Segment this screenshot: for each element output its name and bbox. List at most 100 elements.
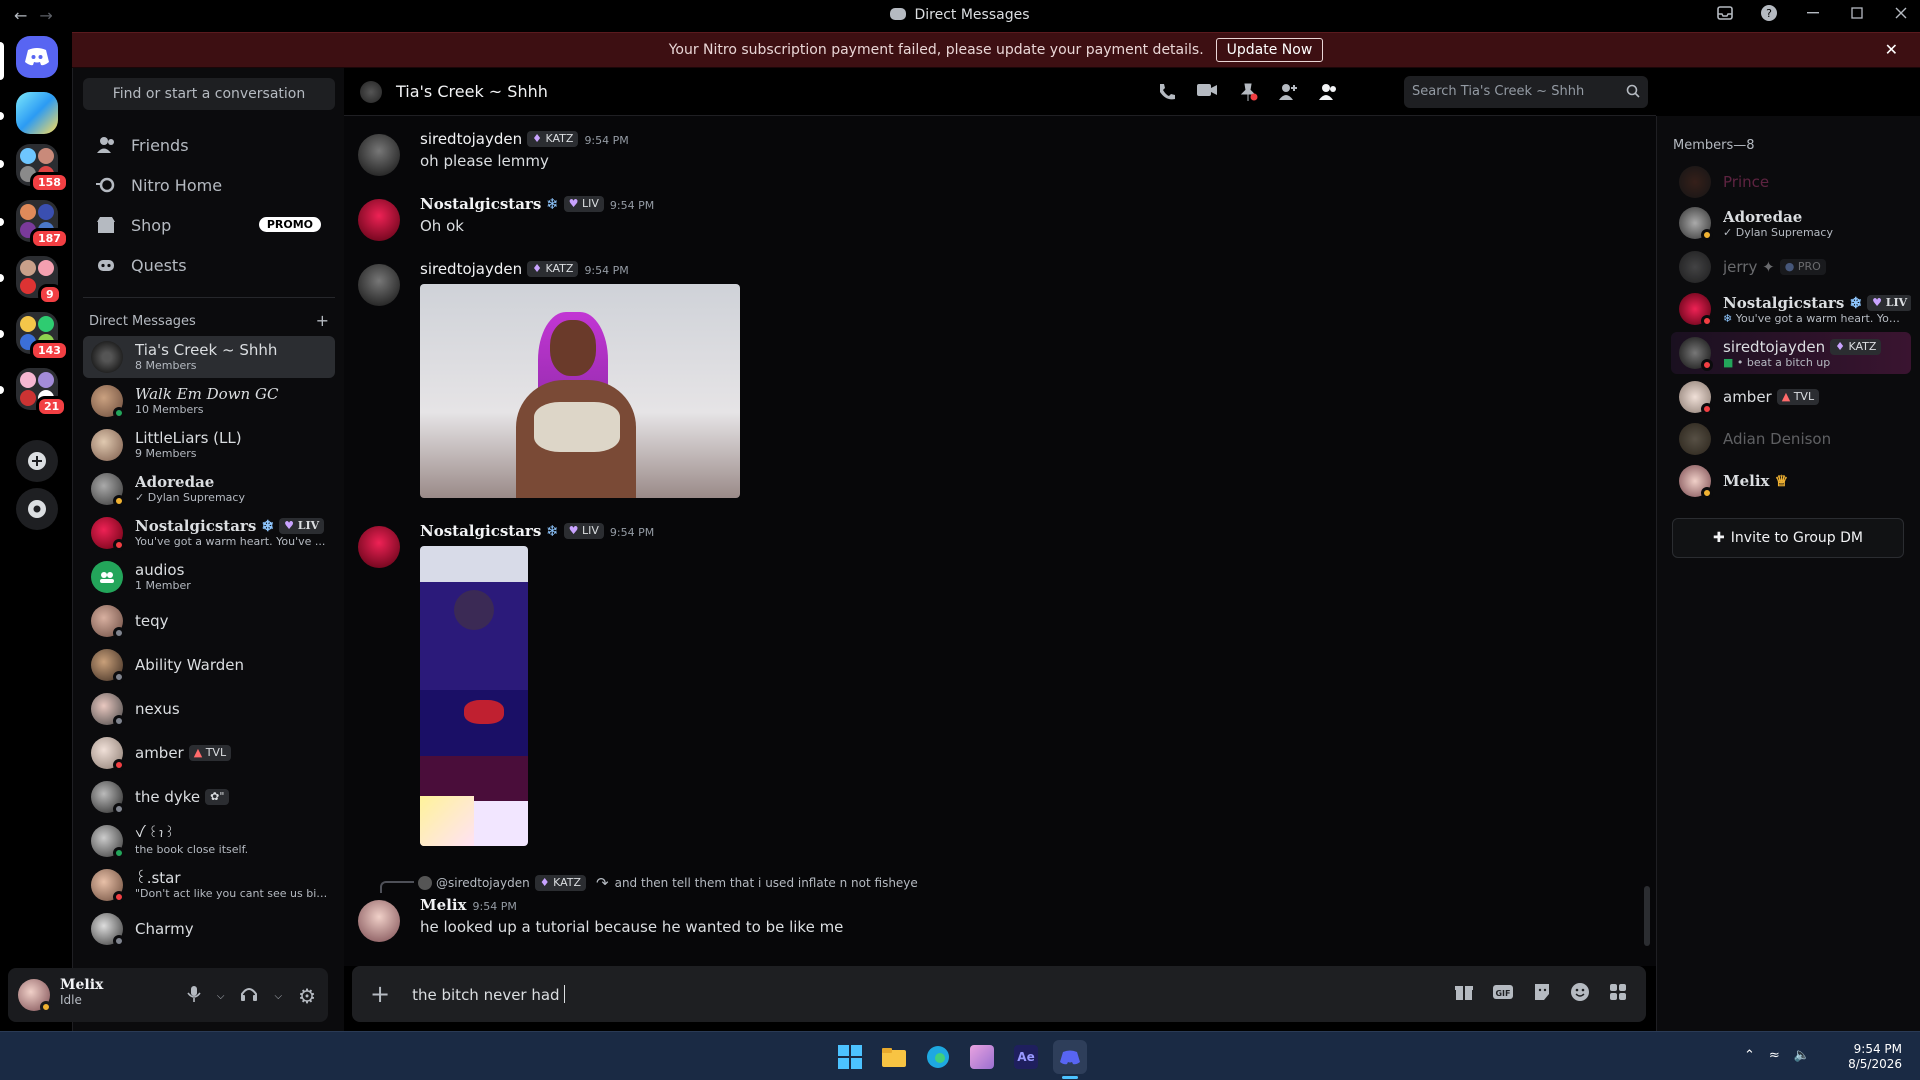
dm-item-littleliars[interactable]: LittleLiars (LL) 9 Members	[83, 424, 335, 466]
message-timestamp: 9:54 PM	[584, 134, 629, 147]
dm-item-book[interactable]: ꪜ ꒰ꪱ꒱ the book close itself.	[83, 820, 335, 862]
dm-item-star[interactable]: ꒰.star "Don't act like you cant see us bi…	[83, 864, 335, 906]
member-item-amber[interactable]: amber ▲ TVL	[1671, 376, 1911, 418]
image-attachment[interactable]	[420, 546, 528, 846]
minimize-icon[interactable]	[1804, 4, 1822, 22]
chevron-down-icon[interactable]: ⌵	[217, 991, 225, 1002]
wifi-icon[interactable]: ≈	[1769, 1048, 1780, 1063]
message-author[interactable]: Nostalgicstars	[420, 195, 541, 213]
apps-icon[interactable]	[1608, 982, 1628, 1006]
sidebar-item-friends[interactable]: Friends	[83, 125, 335, 165]
member-item-adoredae[interactable]: Adoredae ✓ Dylan Supremacy	[1671, 202, 1911, 244]
headphones-icon[interactable]	[240, 986, 258, 1006]
add-server-button[interactable]	[16, 440, 58, 482]
discover-button[interactable]	[16, 488, 58, 530]
gif-icon[interactable]: GIF	[1492, 983, 1514, 1005]
sticker-icon[interactable]	[1532, 982, 1552, 1006]
member-item-prince[interactable]: Prince	[1671, 161, 1911, 203]
avatar[interactable]	[358, 526, 400, 568]
gear-icon[interactable]: ⚙	[298, 984, 316, 1008]
avatar	[418, 876, 432, 890]
invite-to-group-dm-button[interactable]: ✚ Invite to Group DM	[1672, 518, 1904, 558]
dm-item-the-dyke[interactable]: the dyke ✿"	[83, 776, 335, 818]
dm-item-ability-warden[interactable]: Ability Warden	[83, 644, 335, 686]
close-icon[interactable]: ✕	[1885, 40, 1898, 59]
sidebar-item-nitro[interactable]: Nitro Home	[83, 165, 335, 205]
message-timestamp: 9:54 PM	[609, 526, 655, 539]
member-item-nostalgicstars[interactable]: Nostalgicstars ❄ ♥ LIV ❄ You've got a warm…	[1671, 288, 1911, 330]
message-author[interactable]: siredtojayden	[420, 130, 522, 148]
avatar	[1679, 207, 1713, 241]
channel-search-input[interactable]: Search Tia's Creek ~ Shhh	[1404, 76, 1648, 108]
home-button[interactable]	[16, 36, 58, 78]
dm-item-charmy[interactable]: Charmy	[83, 908, 335, 950]
chevron-down-icon[interactable]: ⌵	[274, 991, 282, 1002]
inbox-icon[interactable]	[1716, 4, 1734, 22]
dm-item-nostalgicstars[interactable]: Nostalgicstars ❄ ♥ LIV You've got a warm h…	[83, 512, 335, 554]
dm-item-tias-creek[interactable]: Tia's Creek ~ Shhh 8 Members	[83, 336, 335, 378]
message-author[interactable]: siredtojayden	[420, 260, 522, 278]
avatar	[91, 605, 125, 639]
server-icon[interactable]	[16, 92, 58, 134]
member-list-icon[interactable]	[1318, 82, 1338, 106]
message-input-value: the bitch never had	[412, 985, 560, 1004]
sidebar-item-label: Quests	[131, 255, 187, 275]
dm-item-audios[interactable]: audios 1 Member	[83, 556, 335, 598]
avatar	[1679, 465, 1713, 499]
message-author[interactable]: Melix	[420, 896, 467, 914]
volume-icon[interactable]: 🔈	[1794, 1048, 1810, 1063]
member-item-jerry[interactable]: jerry ✦ ● PRO	[1671, 246, 1911, 288]
scrollbar[interactable]	[1644, 886, 1650, 946]
message: siredtojayden ♦ KATZ 9:54 PM oh please lem…	[358, 130, 1558, 176]
chevron-up-icon[interactable]: ⌃	[1744, 1048, 1755, 1063]
discord-taskbar-icon[interactable]	[1053, 1040, 1087, 1074]
gift-icon[interactable]	[1454, 982, 1474, 1006]
message-content: oh please lemmy	[420, 152, 549, 170]
image-attachment[interactable]	[420, 284, 740, 498]
photos-app-icon[interactable]	[965, 1040, 999, 1074]
reply-preview[interactable]: @siredtojayden ♦ KATZ ↷ and then tell th…	[380, 874, 918, 893]
dm-item-teqy[interactable]: teqy	[83, 600, 335, 642]
message-input[interactable]: the bitch never had	[412, 984, 1454, 1004]
message-list[interactable]: siredtojayden ♦ KATZ 9:54 PM oh please lem…	[344, 116, 1656, 966]
dm-item-walk-em-down[interactable]: Walk Em Down GC 10 Members	[83, 380, 335, 422]
update-now-button[interactable]: Update Now	[1215, 38, 1324, 62]
avatar[interactable]	[358, 900, 400, 942]
close-window-icon[interactable]	[1892, 4, 1910, 22]
avatar[interactable]	[358, 134, 400, 176]
video-call-icon[interactable]	[1196, 82, 1218, 106]
dm-name: ꒰.star	[135, 869, 181, 887]
member-subtext: You've got a warm heart. You'v...	[1735, 311, 1903, 325]
create-dm-plus-icon[interactable]: +	[316, 311, 329, 330]
microphone-icon[interactable]	[187, 985, 201, 1007]
member-item-siredtojayden[interactable]: siredtojayden ♦ KATZ ■ • beat a bitch up	[1671, 332, 1911, 374]
phone-call-icon[interactable]	[1156, 82, 1176, 106]
guild-tag-label: KATZ	[553, 876, 582, 889]
edge-browser-icon[interactable]	[921, 1040, 955, 1074]
dm-item-amber[interactable]: amber ▲ TVL	[83, 732, 335, 774]
sidebar-item-quests[interactable]: Quests	[83, 245, 335, 285]
attach-plus-icon[interactable]: +	[370, 980, 390, 1008]
user-avatar[interactable]	[18, 979, 52, 1013]
avatar[interactable]	[358, 199, 400, 241]
sidebar-item-shop[interactable]: Shop PROMO	[83, 205, 335, 245]
file-explorer-icon[interactable]	[877, 1040, 911, 1074]
tag-icon: ●	[1784, 260, 1798, 273]
find-conversation-button[interactable]: Find or start a conversation	[83, 78, 335, 110]
add-friends-icon[interactable]	[1278, 82, 1298, 106]
dm-item-nexus[interactable]: nexus	[83, 688, 335, 730]
member-item-adian-denison[interactable]: Adian Denison	[1671, 418, 1911, 460]
avatar[interactable]	[358, 264, 400, 306]
guild-tag: ▲ TVL	[1776, 389, 1820, 405]
after-effects-icon[interactable]: Ae	[1009, 1040, 1043, 1074]
message-author[interactable]: Nostalgicstars	[420, 522, 541, 540]
start-button[interactable]	[833, 1040, 867, 1074]
emoji-icon[interactable]	[1570, 982, 1590, 1006]
dm-item-adoredae[interactable]: Adoredae ✓ Dylan Supremacy	[83, 468, 335, 510]
pinned-messages-icon[interactable]	[1238, 82, 1258, 106]
help-icon[interactable]: ?	[1760, 4, 1778, 22]
clock[interactable]: 9:54 PM 8/5/2026	[1848, 1042, 1902, 1072]
maximize-icon[interactable]	[1848, 4, 1866, 22]
window-title-text: Direct Messages	[914, 7, 1030, 23]
member-item-melix[interactable]: Melix ♕	[1671, 460, 1911, 502]
